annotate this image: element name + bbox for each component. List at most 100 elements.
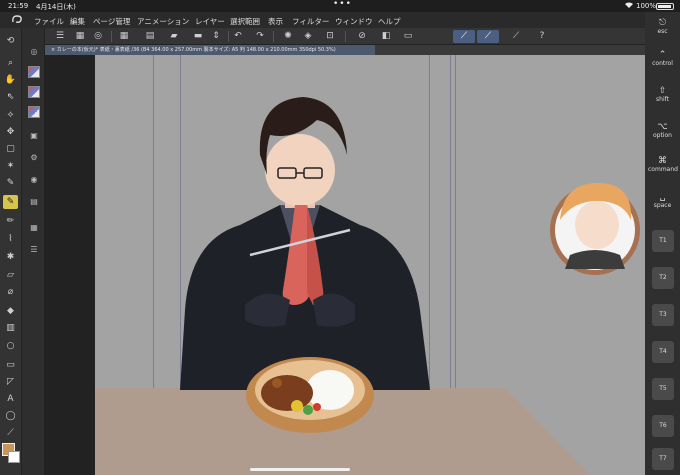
special-ruler-snap-icon[interactable]: ⟋ xyxy=(477,30,499,43)
menu-filter[interactable]: フィルター xyxy=(292,16,329,27)
ios-status-bar: 21:59 4月14日(木) ••• 100% xyxy=(0,0,680,12)
shift-icon: ⇧ xyxy=(658,86,667,96)
fill-bucket-icon[interactable]: ◆ xyxy=(3,304,18,318)
t6-key[interactable]: T6 xyxy=(652,415,674,437)
tool-property-icon[interactable]: ⚙ xyxy=(28,152,40,164)
ruler-snap-icon[interactable]: ⟋ xyxy=(453,30,475,43)
menu-page-management[interactable]: ページ管理 xyxy=(93,16,130,27)
select-off-icon[interactable]: ⊘ xyxy=(355,30,369,43)
clear-icon[interactable]: ✺ xyxy=(281,30,295,43)
hand-icon[interactable]: ✋ xyxy=(3,73,18,87)
zoom-icon[interactable]: ⌕ xyxy=(3,56,18,70)
wifi-icon xyxy=(624,1,634,11)
balloon-icon[interactable]: ◯ xyxy=(3,409,18,423)
correction-icon[interactable]: ⟋ xyxy=(3,426,18,440)
command-icon: ⌘ xyxy=(658,156,667,166)
ruler-icon[interactable]: ◸ xyxy=(3,375,18,389)
shift-key[interactable]: ⇧ shift xyxy=(648,86,677,103)
t7-key[interactable]: T7 xyxy=(652,448,674,470)
space-icon: ␣ xyxy=(659,192,666,202)
status-date: 4月14日(木) xyxy=(36,3,76,11)
menu-bar: ファイル 編集 ページ管理 アニメーション レイヤー 選択範囲 表示 フィルター… xyxy=(0,12,680,28)
command-key[interactable]: ⌘ command xyxy=(648,156,678,173)
color-set-icon[interactable] xyxy=(28,66,40,78)
option-icon: ⌥ xyxy=(657,122,668,132)
blend-icon[interactable]: ⌀ xyxy=(3,285,18,299)
tool-palette: ⟲ ⌕ ✋ ⇖ ⟡ ✥ ▢ ✶ ✎ ✎ ✏ ⌇ ✱ ▱ ⌀ ◆ ▥ ○ ▭ ◸ … xyxy=(0,28,22,475)
operation-icon[interactable]: ⇖ xyxy=(3,90,18,104)
multitask-dots[interactable]: ••• xyxy=(333,0,352,9)
quick-access-icon[interactable]: ▦ xyxy=(117,30,131,43)
drawing-canvas[interactable] xyxy=(45,55,645,475)
menu-window[interactable]: ウィンドウ xyxy=(335,16,373,27)
fill-icon[interactable]: ◈ xyxy=(301,30,315,43)
frame-icon[interactable]: ▭ xyxy=(3,358,18,372)
save-icon[interactable]: ▬ xyxy=(191,30,205,43)
stepper-icon[interactable]: ⇕ xyxy=(209,30,223,43)
option-key[interactable]: ⌥ option xyxy=(648,122,677,139)
menu-edit[interactable]: 編集 xyxy=(70,16,85,27)
redo-icon[interactable]: ↷ xyxy=(253,30,267,43)
move-layer-icon[interactable]: ✥ xyxy=(3,125,18,139)
pen-icon[interactable]: ✎ xyxy=(3,195,18,209)
pencil-icon[interactable]: ✏ xyxy=(3,214,18,228)
esc-key[interactable]: ⎋ esc xyxy=(648,18,677,35)
brush-size-icon[interactable]: ◉ xyxy=(28,174,40,186)
menu-animation[interactable]: アニメーション xyxy=(137,16,189,27)
select-invert-icon[interactable]: ◧ xyxy=(379,30,393,43)
app-window: 21:59 4月14日(木) ••• 100% ファイル 編集 ページ管理 アニ… xyxy=(0,0,680,475)
t1-key[interactable]: T1 xyxy=(652,230,674,252)
help-icon[interactable]: ? xyxy=(535,30,549,43)
space-key[interactable]: ␣ space xyxy=(648,192,677,209)
airbrush-icon[interactable]: ✱ xyxy=(3,250,18,264)
home-indicator[interactable] xyxy=(250,468,350,471)
battery-icon xyxy=(656,3,674,10)
esc-icon: ⎋ xyxy=(658,18,667,28)
layer-icon[interactable]: ☰ xyxy=(28,244,40,256)
navigator-icon[interactable]: ◎ xyxy=(28,46,40,58)
brush-icon[interactable]: ⌇ xyxy=(3,232,18,246)
selection-icon[interactable]: ▢ xyxy=(3,142,18,156)
sub-tool-icon[interactable]: ▣ xyxy=(28,130,40,142)
hamburger-menu-icon[interactable]: ☰ xyxy=(53,30,67,43)
color-history-icon[interactable] xyxy=(28,86,40,98)
preview-icon[interactable]: ◎ xyxy=(91,30,105,43)
view-rotate-icon[interactable]: ⟲ xyxy=(3,34,18,48)
select-expand-icon[interactable]: ▭ xyxy=(401,30,415,43)
command-bar: ☰ ▦ ◎ ▦ ▤ ▰ ▬ ⇕ ↶ ↷ ✺ ◈ ⊡ ⊘ ◧ ▭ ⟋ ⟋ ⟋ ? xyxy=(45,28,645,45)
transform-icon[interactable]: ⊡ xyxy=(323,30,337,43)
menu-layer[interactable]: レイヤー xyxy=(195,16,225,27)
t2-key[interactable]: T2 xyxy=(652,267,674,289)
menu-selection[interactable]: 選択範囲 xyxy=(230,16,260,27)
eraser-icon[interactable]: ▱ xyxy=(3,268,18,282)
color-slider-icon[interactable] xyxy=(28,106,40,118)
sub-color-swatch[interactable] xyxy=(8,451,20,463)
battery-percent: 100% xyxy=(636,2,657,10)
edge-keyboard: ⎋ esc ⌃ control ⇧ shift ⌥ option ⌘ command ␣ s… xyxy=(645,12,680,475)
menu-view[interactable]: 表示 xyxy=(268,16,283,27)
open-folder-icon[interactable]: ▰ xyxy=(167,30,181,43)
text-icon[interactable]: A xyxy=(3,392,18,406)
new-file-icon[interactable]: ▤ xyxy=(143,30,157,43)
layers-grid-icon[interactable]: ▦ xyxy=(73,30,87,43)
control-icon: ⌃ xyxy=(658,50,667,60)
eyedropper-icon[interactable]: ✎ xyxy=(3,176,18,190)
figure-icon[interactable]: ○ xyxy=(3,339,18,353)
sub-tool-column: ◎ ▣ ⚙ ◉ ▤ ▦ ☰ xyxy=(22,28,45,475)
material-icon[interactable]: ▦ xyxy=(28,222,40,234)
t3-key[interactable]: T3 xyxy=(652,304,674,326)
document-tab[interactable]: × カレーの本(仮元)* 表紙・裏表紙 /36 (B4 364.00 x 257… xyxy=(45,45,375,55)
lasso-icon[interactable]: ⟡ xyxy=(3,108,18,122)
menu-help[interactable]: ヘルプ xyxy=(378,16,401,27)
t4-key[interactable]: T4 xyxy=(652,341,674,363)
t5-key[interactable]: T5 xyxy=(652,378,674,400)
undo-icon[interactable]: ↶ xyxy=(231,30,245,43)
magic-wand-icon[interactable]: ✶ xyxy=(3,159,18,173)
grid-snap-icon[interactable]: ⟋ xyxy=(509,30,523,43)
layer-property-icon[interactable]: ▤ xyxy=(28,196,40,208)
control-key[interactable]: ⌃ control xyxy=(648,50,677,67)
illustration xyxy=(95,97,640,475)
menu-file[interactable]: ファイル xyxy=(34,16,64,27)
gradient-icon[interactable]: ▥ xyxy=(3,321,18,335)
app-logo-icon[interactable] xyxy=(10,14,24,26)
